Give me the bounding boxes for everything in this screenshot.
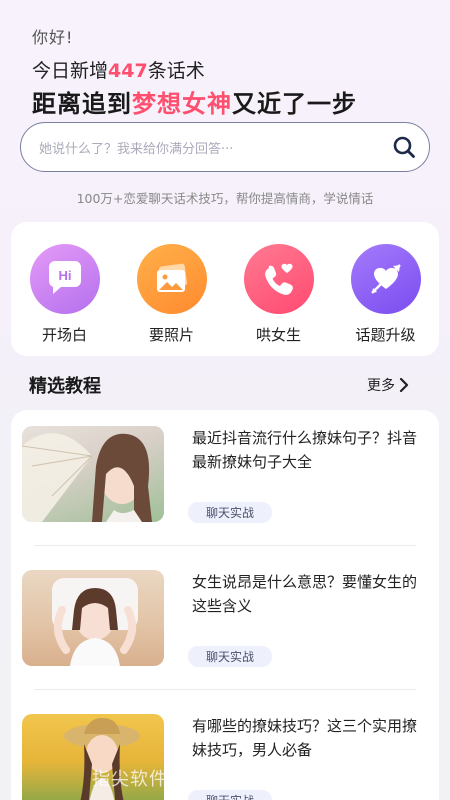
greeting-text: 你好!	[32, 28, 74, 47]
today-suffix: 条话术	[147, 60, 205, 82]
list-item[interactable]: 女生说昂是什么意思？要懂女生的这些含义 聊天实战	[22, 570, 428, 667]
article-tag[interactable]: 聊天实战	[188, 502, 273, 523]
list-item[interactable]: 最近抖音流行什么撩妹句子？抖音最新撩妹句子大全 聊天实战	[22, 426, 428, 523]
slogan-prefix: 距离追到	[32, 90, 132, 118]
header: 你好! 今日新增447条话术 距离追到梦想女神又近了一步	[32, 24, 432, 118]
article-body: 女生说昂是什么意思？要懂女生的这些含义 聊天实战	[188, 570, 428, 667]
feature-topic-upgrade[interactable]: 话题升级	[341, 244, 431, 356]
feature-label: 话题升级	[355, 326, 416, 344]
article-title: 有哪些的撩妹技巧？这三个实用撩妹技巧，男人必备	[192, 717, 418, 759]
feature-label: 开场白	[41, 326, 87, 344]
today-prefix: 今日新增	[32, 60, 109, 82]
svg-text:Hi: Hi	[58, 268, 71, 283]
article-list: 最近抖音流行什么撩妹句子？抖音最新撩妹句子大全 聊天实战 女生说昂是什么意思？要…	[11, 410, 439, 800]
feature-opening-line[interactable]: Hi 开场白	[20, 244, 110, 356]
article-thumbnail	[22, 426, 164, 522]
article-tag[interactable]: 聊天实战	[188, 790, 273, 800]
phone-heart-icon	[243, 244, 314, 314]
feature-ask-photo[interactable]: 要照片	[127, 244, 217, 356]
slogan: 距离追到梦想女神又近了一步	[32, 84, 357, 119]
feature-label: 要照片	[148, 326, 194, 344]
slogan-suffix: 又近了一步	[232, 90, 357, 118]
search-bar[interactable]: 她说什么了？我来给你满分回答···	[20, 122, 430, 172]
article-thumbnail	[22, 570, 164, 666]
article-body: 最近抖音流行什么撩妹句子？抖音最新撩妹句子大全 聊天实战	[188, 426, 428, 523]
heart-arrow-icon	[350, 244, 421, 314]
slogan-highlight: 梦想女神	[132, 90, 232, 118]
article-title: 最近抖音流行什么撩妹句子？抖音最新撩妹句子大全	[192, 429, 418, 471]
more-link[interactable]: 更多	[367, 375, 409, 395]
today-count: 447	[108, 60, 148, 82]
search-input[interactable]: 她说什么了？我来给你满分回答···	[39, 138, 379, 157]
feature-card: Hi 开场白 要照片 哄女生 话题升级	[11, 222, 439, 356]
article-title: 女生说昂是什么意思？要懂女生的这些含义	[192, 573, 418, 615]
section-title: 精选教程	[29, 376, 101, 397]
search-icon[interactable]	[379, 124, 429, 170]
more-label: 更多	[367, 378, 395, 394]
photo-icon	[136, 244, 207, 314]
article-tag[interactable]: 聊天实战	[188, 646, 273, 667]
feature-label: 哄女生	[255, 326, 301, 344]
divider	[34, 689, 416, 690]
divider	[34, 545, 416, 546]
hi-chat-icon: Hi	[29, 244, 100, 314]
section-header: 精选教程 更多	[29, 372, 409, 398]
chevron-right-icon	[399, 378, 409, 392]
today-count-line: 今日新增447条话术	[32, 56, 205, 83]
watermark: 指尖软件 • ZJHHRJ.COM	[92, 769, 314, 790]
tagline: 100万+恋爱聊天话术技巧，帮你提高情商，学说情话	[76, 191, 374, 206]
feature-comfort-girl[interactable]: 哄女生	[234, 244, 324, 356]
